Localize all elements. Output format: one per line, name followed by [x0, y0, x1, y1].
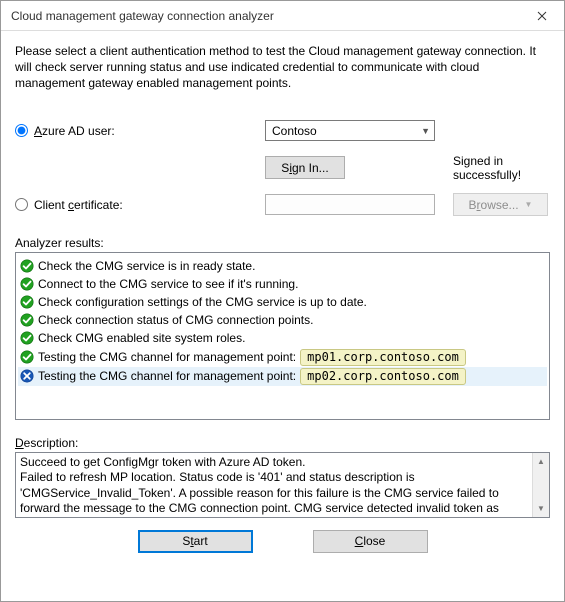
scroll-down-icon[interactable]: ▼ [533, 500, 550, 517]
success-icon [20, 295, 34, 309]
chevron-down-icon: ▼ [525, 200, 533, 209]
error-icon [20, 369, 34, 383]
description-text[interactable]: Succeed to get ConfigMgr token with Azur… [16, 453, 532, 517]
result-text: Testing the CMG channel for management p… [38, 368, 296, 384]
sign-in-button[interactable]: Sign In... [265, 156, 345, 179]
dialog-content: Please select a client authentication me… [1, 31, 564, 601]
browse-button: Browse... ▼ [453, 193, 548, 216]
window-title: Cloud management gateway connection anal… [11, 9, 274, 23]
azure-ad-label: Azure AD user: [34, 124, 115, 138]
success-icon [20, 331, 34, 345]
tenant-select[interactable]: Contoso ▼ [265, 120, 435, 141]
scroll-up-icon[interactable]: ▲ [533, 453, 550, 470]
success-icon [20, 313, 34, 327]
success-icon [20, 259, 34, 273]
result-text: Check connection status of CMG connectio… [38, 312, 313, 328]
result-text: Testing the CMG channel for management p… [38, 349, 296, 365]
result-line[interactable]: Check CMG enabled site system roles. [18, 329, 547, 347]
result-text: Check CMG enabled site system roles. [38, 330, 245, 346]
client-cert-row: Client certificate: Browse... ▼ [15, 192, 550, 218]
close-button[interactable]: Close [313, 530, 428, 553]
management-point-host: mp01.corp.contoso.com [300, 349, 466, 366]
success-icon [20, 277, 34, 291]
description-label: Description: [15, 436, 550, 450]
client-cert-radio[interactable] [15, 198, 28, 211]
result-text: Check configuration settings of the CMG … [38, 294, 367, 310]
management-point-host: mp02.corp.contoso.com [300, 368, 466, 385]
client-cert-label: Client certificate: [34, 198, 123, 212]
chevron-down-icon: ▼ [421, 126, 430, 136]
signin-status: Signed in successfully! [435, 154, 550, 182]
result-text: Connect to the CMG service to see if it'… [38, 276, 298, 292]
titlebar: Cloud management gateway connection anal… [1, 1, 564, 31]
result-line[interactable]: Check connection status of CMG connectio… [18, 311, 547, 329]
signin-row: Sign In... Signed in successfully! [15, 154, 550, 182]
result-line[interactable]: Check the CMG service is in ready state. [18, 257, 547, 275]
result-line[interactable]: Connect to the CMG service to see if it'… [18, 275, 547, 293]
results-listbox[interactable]: Check the CMG service is in ready state.… [15, 252, 550, 420]
cert-path-input [265, 194, 435, 215]
azure-ad-radio[interactable] [15, 124, 28, 137]
intro-text: Please select a client authentication me… [15, 43, 550, 92]
description-scrollbar[interactable]: ▲ ▼ [532, 453, 549, 517]
tenant-selected-value: Contoso [272, 124, 317, 138]
start-button[interactable]: Start [138, 530, 253, 553]
close-icon [537, 11, 547, 21]
result-line[interactable]: Check configuration settings of the CMG … [18, 293, 547, 311]
results-label: Analyzer results: [15, 236, 550, 250]
description-box: Succeed to get ConfigMgr token with Azur… [15, 452, 550, 518]
success-icon [20, 350, 34, 364]
result-line[interactable]: Testing the CMG channel for management p… [18, 348, 547, 367]
close-window-button[interactable] [519, 1, 564, 30]
result-line[interactable]: Testing the CMG channel for management p… [18, 367, 547, 386]
azure-ad-row: Azure AD user: Contoso ▼ [15, 118, 550, 144]
result-text: Check the CMG service is in ready state. [38, 258, 255, 274]
button-bar: Start Close [15, 518, 550, 567]
